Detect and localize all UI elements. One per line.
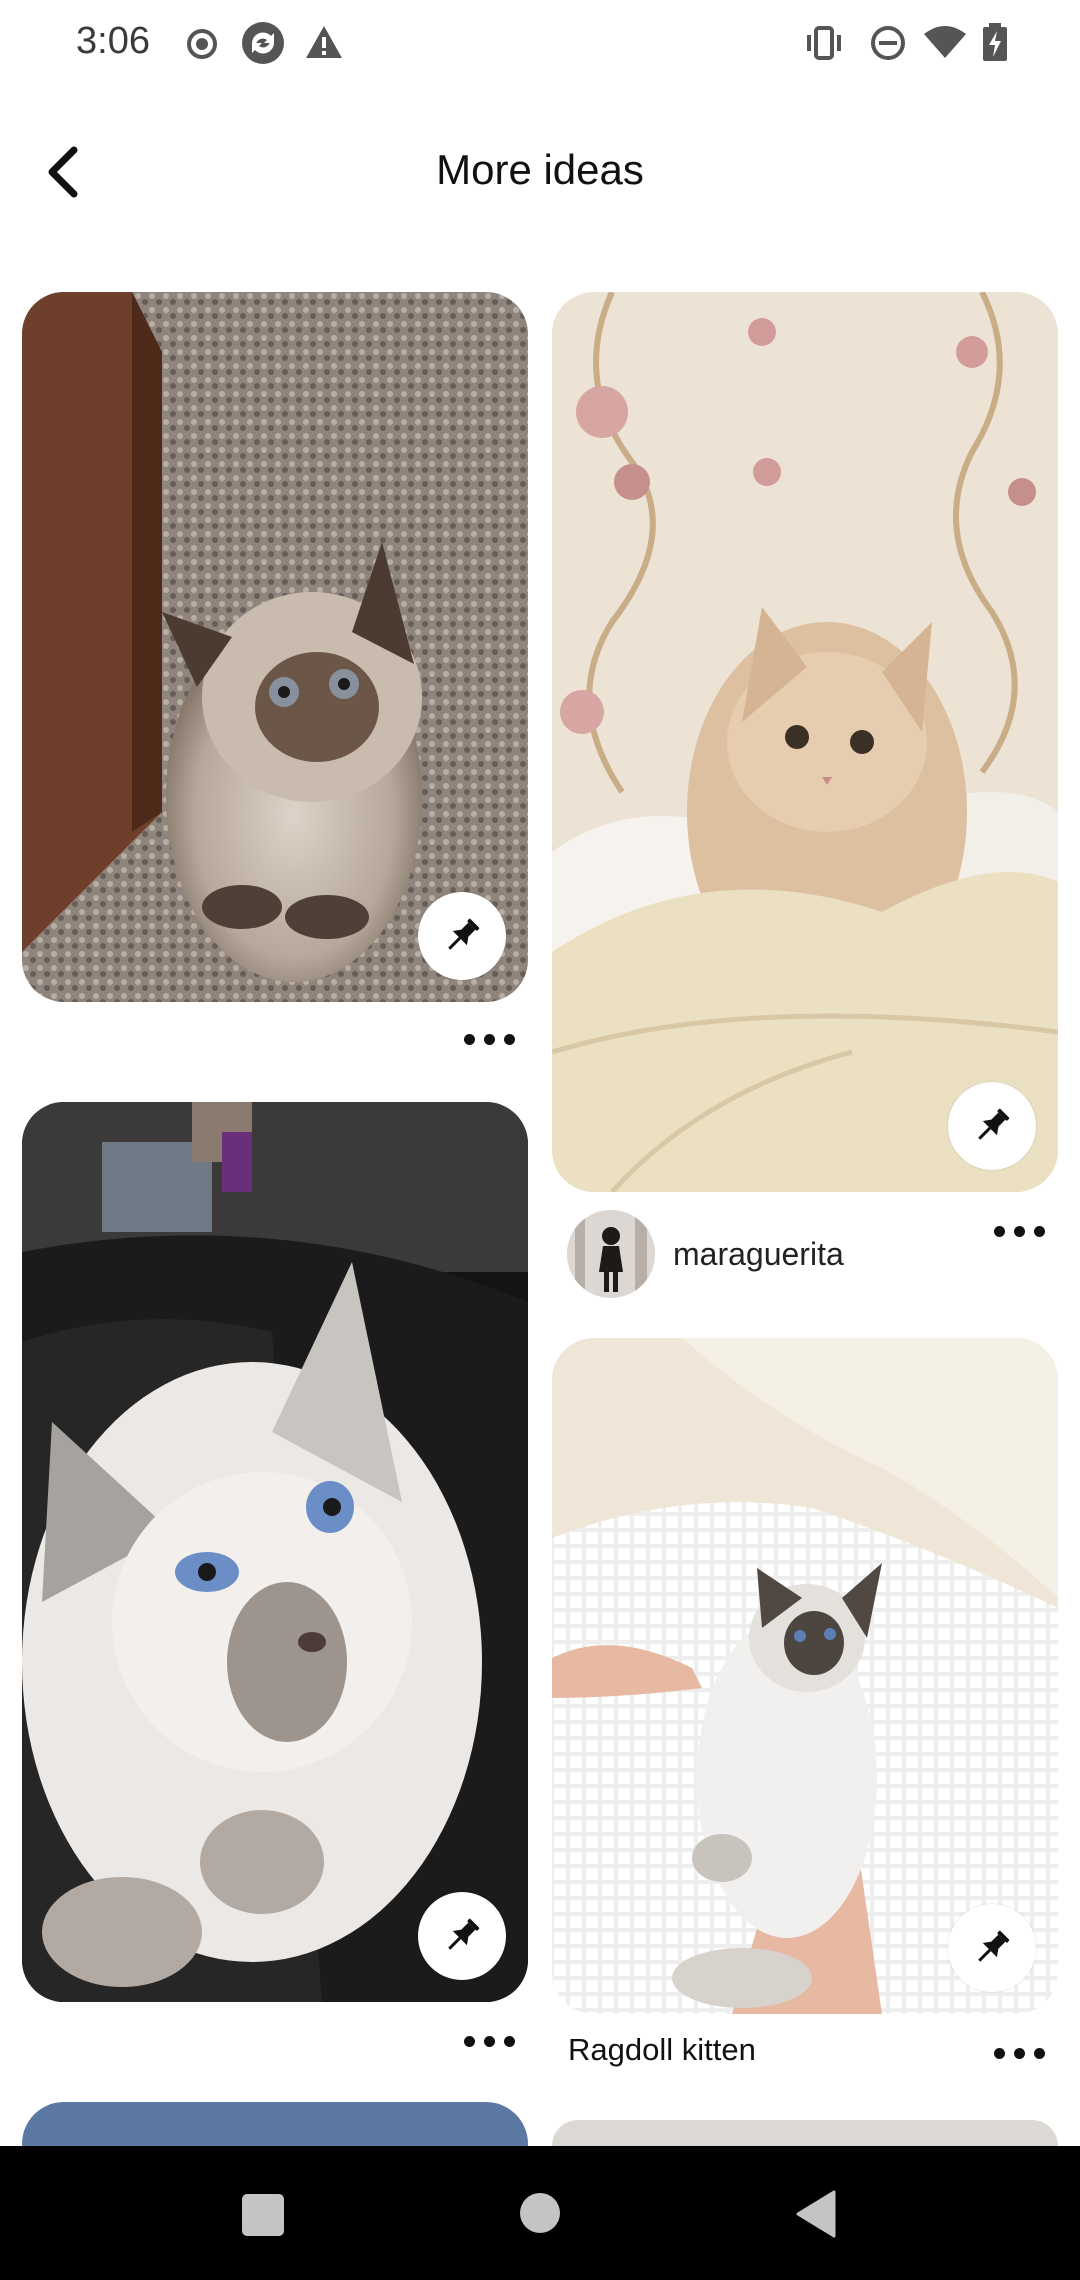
avatar[interactable] <box>567 1210 655 1298</box>
sync-icon <box>242 22 284 64</box>
more-options-button[interactable] <box>990 1218 1050 1246</box>
pin-image <box>552 292 1058 1192</box>
creator-name[interactable]: maraguerita <box>673 1236 844 1273</box>
save-pin-button[interactable] <box>948 1904 1036 1992</box>
pushpin-icon <box>448 1918 480 1950</box>
save-pin-button[interactable] <box>418 1892 506 1980</box>
home-circle-icon[interactable] <box>519 2192 561 2234</box>
recents-square-icon[interactable] <box>240 2192 286 2238</box>
save-pin-button[interactable] <box>418 892 506 980</box>
radio-button-icon <box>187 29 217 59</box>
pin-card[interactable] <box>22 1102 528 2002</box>
more-options-button[interactable] <box>990 2040 1050 2068</box>
pin-card-partial[interactable] <box>22 2102 528 2146</box>
save-pin-button[interactable] <box>948 1082 1036 1170</box>
pin-card[interactable] <box>552 1338 1058 2014</box>
pushpin-icon <box>978 1930 1010 1962</box>
back-triangle-icon[interactable] <box>794 2190 838 2238</box>
pin-card[interactable] <box>552 292 1058 1192</box>
pin-title[interactable]: Ragdoll kitten <box>568 2032 756 2068</box>
pin-card[interactable] <box>22 292 528 1002</box>
system-nav-bar <box>0 2146 1080 2280</box>
avatar-image <box>567 1210 655 1298</box>
pushpin-icon <box>448 918 480 950</box>
status-bar: 3:06 <box>0 0 1080 90</box>
pushpin-icon <box>978 1108 1010 1140</box>
pin-card-partial[interactable] <box>552 2120 1058 2146</box>
warning-icon <box>306 26 342 58</box>
more-options-button[interactable] <box>460 2028 520 2056</box>
vibrate-icon <box>807 26 841 60</box>
page-title: More ideas <box>436 146 644 193</box>
status-time: 3:06 <box>76 20 150 62</box>
wifi-icon <box>924 26 966 58</box>
more-options-button[interactable] <box>460 1026 520 1054</box>
battery-charging-icon <box>983 23 1007 61</box>
do-not-disturb-icon <box>871 26 905 60</box>
pin-image <box>22 1102 528 2002</box>
